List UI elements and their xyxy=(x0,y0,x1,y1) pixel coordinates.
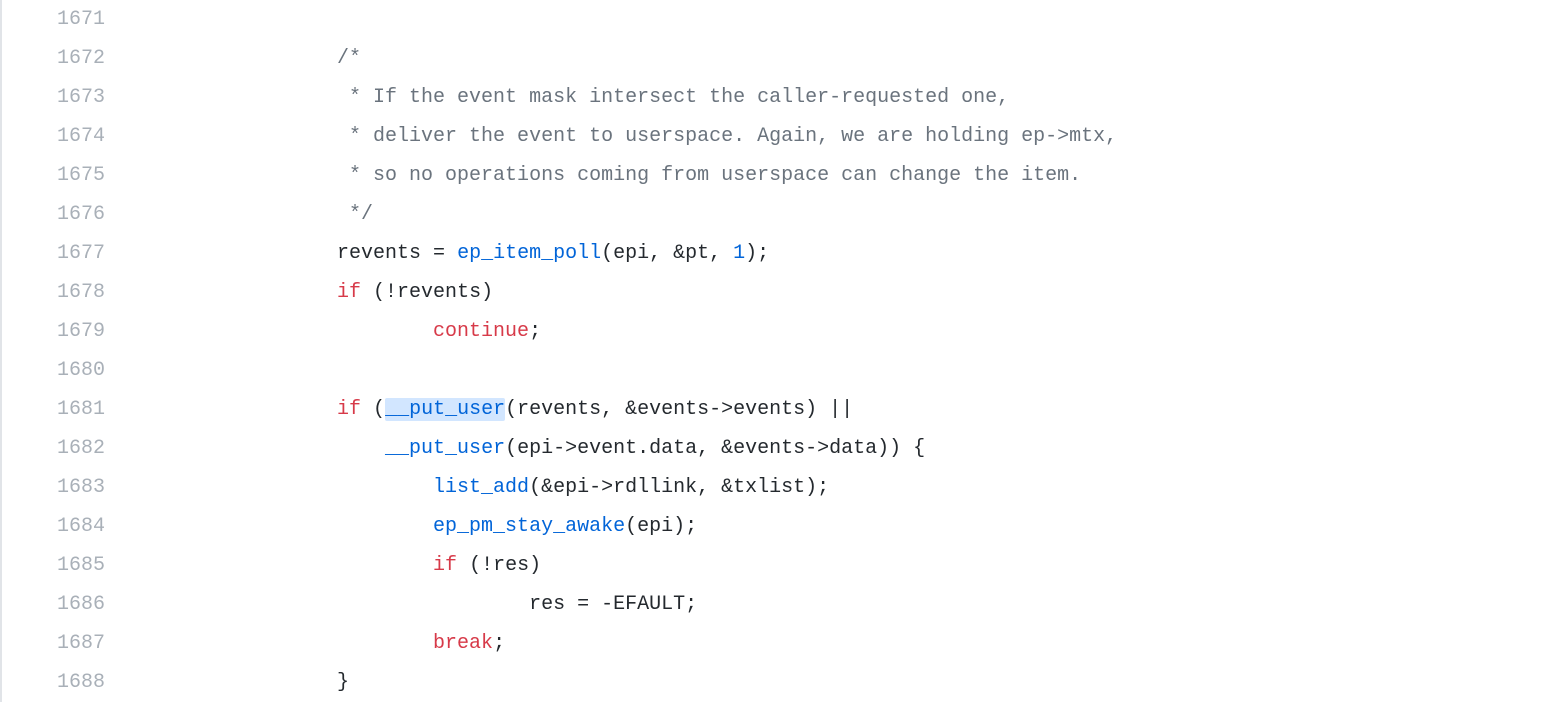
code-line[interactable]: 1678 if (!revents) xyxy=(0,273,1554,312)
code-line[interactable]: 1673 * If the event mask intersect the c… xyxy=(0,78,1554,117)
indent xyxy=(145,437,385,460)
line-number[interactable]: 1680 xyxy=(0,351,145,390)
code-content[interactable]: if (!res) xyxy=(145,546,1554,585)
line-number[interactable]: 1681 xyxy=(0,390,145,429)
highlighted-identifier: __put_user xyxy=(385,398,505,421)
code-token: (epi); xyxy=(625,515,697,538)
code-content[interactable]: continue; xyxy=(145,312,1554,351)
code-line[interactable]: 1672 /* xyxy=(0,39,1554,78)
line-number[interactable]: 1675 xyxy=(0,156,145,195)
code-token: (epi->event.data, &events->data)) { xyxy=(505,437,925,460)
indent xyxy=(145,515,433,538)
code-content[interactable]: __put_user(epi->event.data, &events->dat… xyxy=(145,429,1554,468)
code-content[interactable]: res = -EFAULT; xyxy=(145,585,1554,624)
code-line[interactable]: 1682 __put_user(epi->event.data, &events… xyxy=(0,429,1554,468)
number-token: 1 xyxy=(733,242,745,265)
keyword-token: if xyxy=(337,281,361,304)
code-line[interactable]: 1685 if (!res) xyxy=(0,546,1554,585)
line-number[interactable]: 1672 xyxy=(0,39,145,78)
line-number[interactable]: 1671 xyxy=(0,0,145,39)
code-token: (revents, &events->events) || xyxy=(505,398,853,421)
line-number[interactable]: 1684 xyxy=(0,507,145,546)
indent xyxy=(145,281,337,304)
indent xyxy=(145,398,337,421)
code-line[interactable]: 1683 list_add(&epi->rdllink, &txlist); xyxy=(0,468,1554,507)
indent xyxy=(145,320,433,343)
code-line[interactable]: 1686 res = -EFAULT; xyxy=(0,585,1554,624)
code-content[interactable]: * so no operations coming from userspace… xyxy=(145,156,1554,195)
code-block: 16711672 /*1673 * If the event mask inte… xyxy=(0,0,1554,702)
code-content[interactable]: list_add(&epi->rdllink, &txlist); xyxy=(145,468,1554,507)
line-number[interactable]: 1679 xyxy=(0,312,145,351)
comment-text: * If the event mask intersect the caller… xyxy=(145,86,1009,109)
code-token: revents = xyxy=(337,242,457,265)
comment-text: */ xyxy=(145,203,373,226)
indent xyxy=(145,593,529,616)
code-token: (&epi->rdllink, &txlist); xyxy=(529,476,829,499)
code-line[interactable]: 1688 } xyxy=(0,663,1554,702)
code-token: ( xyxy=(361,398,385,421)
line-number[interactable]: 1683 xyxy=(0,468,145,507)
keyword-token: if xyxy=(337,398,361,421)
function-token: __put_user xyxy=(385,437,505,460)
keyword-token: break xyxy=(433,632,493,655)
comment-text: /* xyxy=(145,47,361,70)
code-content[interactable]: if (!revents) xyxy=(145,273,1554,312)
code-content[interactable]: } xyxy=(145,663,1554,702)
code-token: ; xyxy=(493,632,505,655)
code-line[interactable]: 1679 continue; xyxy=(0,312,1554,351)
comment-text: * deliver the event to userspace. Again,… xyxy=(145,125,1117,148)
line-number[interactable]: 1674 xyxy=(0,117,145,156)
code-line[interactable]: 1676 */ xyxy=(0,195,1554,234)
code-token: (!res) xyxy=(457,554,541,577)
line-number[interactable]: 1677 xyxy=(0,234,145,273)
code-line[interactable]: 1684 ep_pm_stay_awake(epi); xyxy=(0,507,1554,546)
code-content[interactable]: /* xyxy=(145,39,1554,78)
code-content[interactable]: if (__put_user(revents, &events->events)… xyxy=(145,390,1554,429)
line-number[interactable]: 1673 xyxy=(0,78,145,117)
code-line[interactable]: 1671 xyxy=(0,0,1554,39)
line-number[interactable]: 1676 xyxy=(0,195,145,234)
code-content[interactable]: ep_pm_stay_awake(epi); xyxy=(145,507,1554,546)
indent xyxy=(145,671,337,694)
keyword-token: if xyxy=(433,554,457,577)
code-token: (!revents) xyxy=(361,281,493,304)
indent xyxy=(145,242,337,265)
line-number[interactable]: 1688 xyxy=(0,663,145,702)
indent xyxy=(145,554,433,577)
code-content[interactable]: * If the event mask intersect the caller… xyxy=(145,78,1554,117)
code-token: res = -EFAULT; xyxy=(529,593,697,616)
code-content[interactable]: break; xyxy=(145,624,1554,663)
line-number[interactable]: 1687 xyxy=(0,624,145,663)
code-line[interactable]: 1674 * deliver the event to userspace. A… xyxy=(0,117,1554,156)
comment-text: * so no operations coming from userspace… xyxy=(145,164,1081,187)
code-line[interactable]: 1680 xyxy=(0,351,1554,390)
line-number[interactable]: 1678 xyxy=(0,273,145,312)
keyword-token: continue xyxy=(433,320,529,343)
code-line[interactable]: 1675 * so no operations coming from user… xyxy=(0,156,1554,195)
function-token: list_add xyxy=(433,476,529,499)
code-line[interactable]: 1677 revents = ep_item_poll(epi, &pt, 1)… xyxy=(0,234,1554,273)
line-number[interactable]: 1682 xyxy=(0,429,145,468)
function-token: ep_pm_stay_awake xyxy=(433,515,625,538)
line-number[interactable]: 1685 xyxy=(0,546,145,585)
code-token: (epi, &pt, xyxy=(601,242,733,265)
code-content[interactable]: * deliver the event to userspace. Again,… xyxy=(145,117,1554,156)
code-line[interactable]: 1687 break; xyxy=(0,624,1554,663)
code-token: } xyxy=(337,671,349,694)
indent xyxy=(145,632,433,655)
code-token: ; xyxy=(529,320,541,343)
function-token: ep_item_poll xyxy=(457,242,601,265)
code-token: ); xyxy=(745,242,769,265)
code-content[interactable]: */ xyxy=(145,195,1554,234)
code-content[interactable]: revents = ep_item_poll(epi, &pt, 1); xyxy=(145,234,1554,273)
code-line[interactable]: 1681 if (__put_user(revents, &events->ev… xyxy=(0,390,1554,429)
indent xyxy=(145,476,433,499)
line-number[interactable]: 1686 xyxy=(0,585,145,624)
